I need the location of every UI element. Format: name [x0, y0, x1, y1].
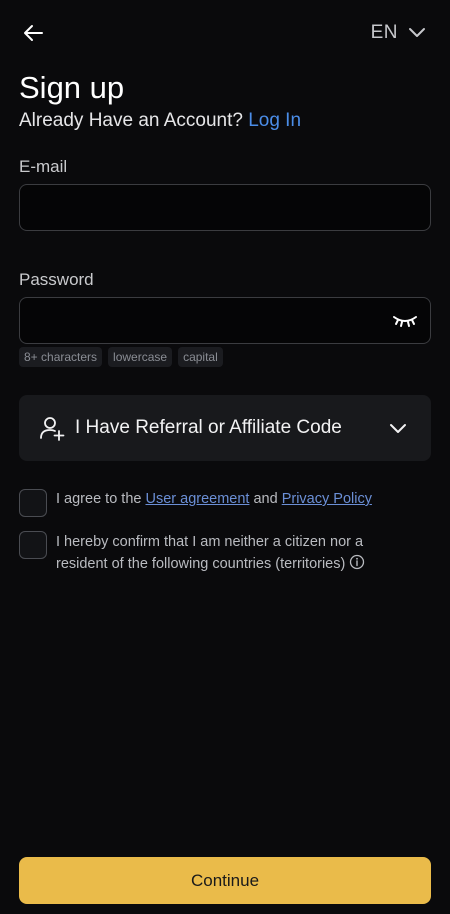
agreement-middle: and	[249, 491, 282, 507]
password-field-wrapper	[19, 297, 431, 344]
password-requirements: 8+ characters lowercase capital	[19, 347, 223, 367]
login-prompt: Already Have an Account? Log In	[19, 110, 301, 132]
signup-screen: EN Sign up Already Have an Account? Log …	[0, 0, 450, 914]
login-link[interactable]: Log In	[248, 110, 301, 131]
chevron-down-icon	[409, 28, 425, 37]
arrow-left-icon	[24, 25, 43, 41]
referral-label: I Have Referral or Affiliate Code	[75, 417, 342, 438]
residency-checkbox[interactable]	[19, 531, 47, 559]
back-button[interactable]	[22, 22, 44, 44]
privacy-policy-link[interactable]: Privacy Policy	[282, 491, 372, 507]
agreement-prefix: I agree to the	[56, 491, 146, 507]
email-label: E-mail	[19, 157, 68, 176]
agreement-checkbox[interactable]	[19, 489, 47, 517]
email-field-wrapper	[19, 184, 431, 231]
hint-length: 8+ characters	[19, 347, 103, 367]
eye-closed-icon[interactable]	[392, 313, 418, 329]
email-field[interactable]	[20, 185, 430, 230]
continue-button[interactable]: Continue	[19, 857, 431, 904]
referral-code-toggle[interactable]: I Have Referral or Affiliate Code	[19, 395, 431, 461]
chevron-down-icon	[390, 424, 406, 433]
password-field[interactable]	[20, 298, 430, 343]
hint-capital: capital	[178, 347, 223, 367]
hint-lowercase: lowercase	[108, 347, 173, 367]
language-selector[interactable]: EN	[371, 22, 426, 44]
residency-text: I hereby confirm that I am neither a cit…	[56, 534, 364, 572]
user-agreement-link[interactable]: User agreement	[145, 491, 249, 507]
login-prompt-text: Already Have an Account?	[19, 110, 243, 131]
page-title: Sign up	[19, 70, 125, 105]
password-label: Password	[19, 270, 94, 289]
residency-text-block: I hereby confirm that I am neither a cit…	[56, 531, 396, 575]
add-user-icon	[40, 417, 65, 441]
agreement-text: I agree to the User agreement and Privac…	[56, 488, 372, 510]
language-label: EN	[370, 22, 398, 43]
info-icon[interactable]	[349, 554, 365, 570]
